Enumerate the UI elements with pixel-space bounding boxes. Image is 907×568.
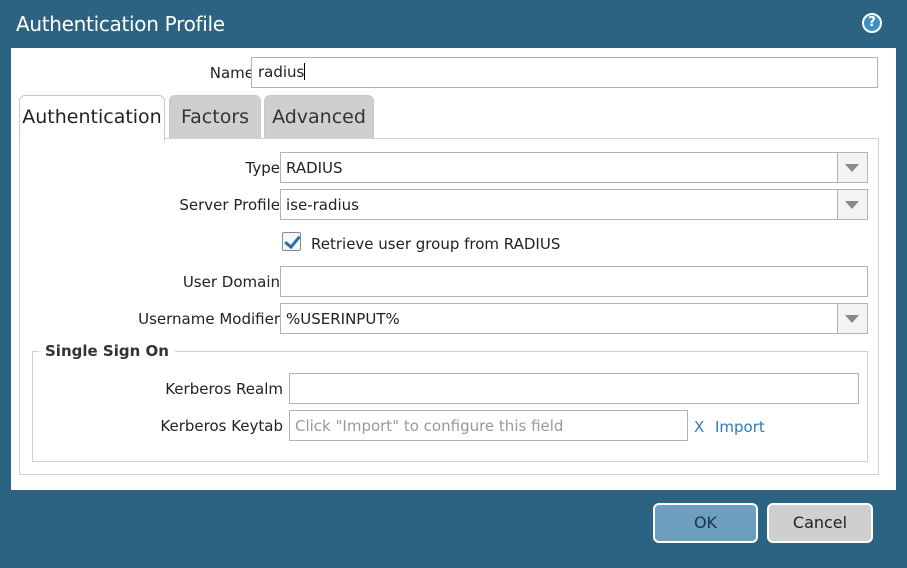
tab-factors[interactable]: Factors [169,95,261,139]
chevron-down-icon[interactable] [837,190,867,219]
clear-keytab-link[interactable]: X [694,418,704,436]
username-modifier-select-value: %USERINPUT% [286,310,400,328]
dialog-title: Authentication Profile [16,12,225,36]
single-sign-on-group: Single Sign On Kerberos Realm Kerberos K… [32,342,868,462]
username-modifier-select[interactable]: %USERINPUT% [280,303,868,334]
kerberos-keytab-label: Kerberos Keytab [160,417,283,435]
import-link[interactable]: Import [715,418,765,436]
dialog-body: Name radius Authentication Factors Advan… [11,48,896,490]
name-input[interactable]: radius [251,57,878,88]
user-domain-label: User Domain [182,273,280,291]
ok-button[interactable]: OK [653,503,758,543]
dialog-footer: OK Cancel [0,490,907,568]
chevron-down-icon[interactable] [837,153,867,182]
tab-authentication[interactable]: Authentication [19,95,165,141]
type-select[interactable]: RADIUS [280,152,868,183]
type-label: Type [245,159,280,177]
retrieve-group-label: Retrieve user group from RADIUS [311,235,561,253]
user-domain-input[interactable] [280,266,868,297]
username-modifier-label: Username Modifier [138,310,280,328]
title-bar: Authentication Profile ? [0,0,907,48]
cancel-button[interactable]: Cancel [767,503,873,543]
server-profile-select[interactable]: ise-radius [280,189,868,220]
server-profile-select-value: ise-radius [286,196,359,214]
type-select-value: RADIUS [286,159,343,177]
name-label: Name [209,64,254,82]
name-input-value: radius [258,63,305,81]
text-caret [304,63,306,80]
kerberos-realm-input[interactable] [289,373,859,404]
kerberos-keytab-input[interactable]: Click "Import" to configure this field [289,410,688,441]
retrieve-group-checkbox[interactable] [282,232,301,251]
kerberos-realm-label: Kerberos Realm [165,380,283,398]
single-sign-on-legend: Single Sign On [39,342,175,360]
chevron-down-icon[interactable] [837,304,867,333]
authentication-panel: Type RADIUS Server Profile ise-radius Re… [19,138,879,475]
server-profile-label: Server Profile [179,196,280,214]
help-icon[interactable]: ? [862,13,882,33]
tab-advanced[interactable]: Advanced [264,95,374,139]
